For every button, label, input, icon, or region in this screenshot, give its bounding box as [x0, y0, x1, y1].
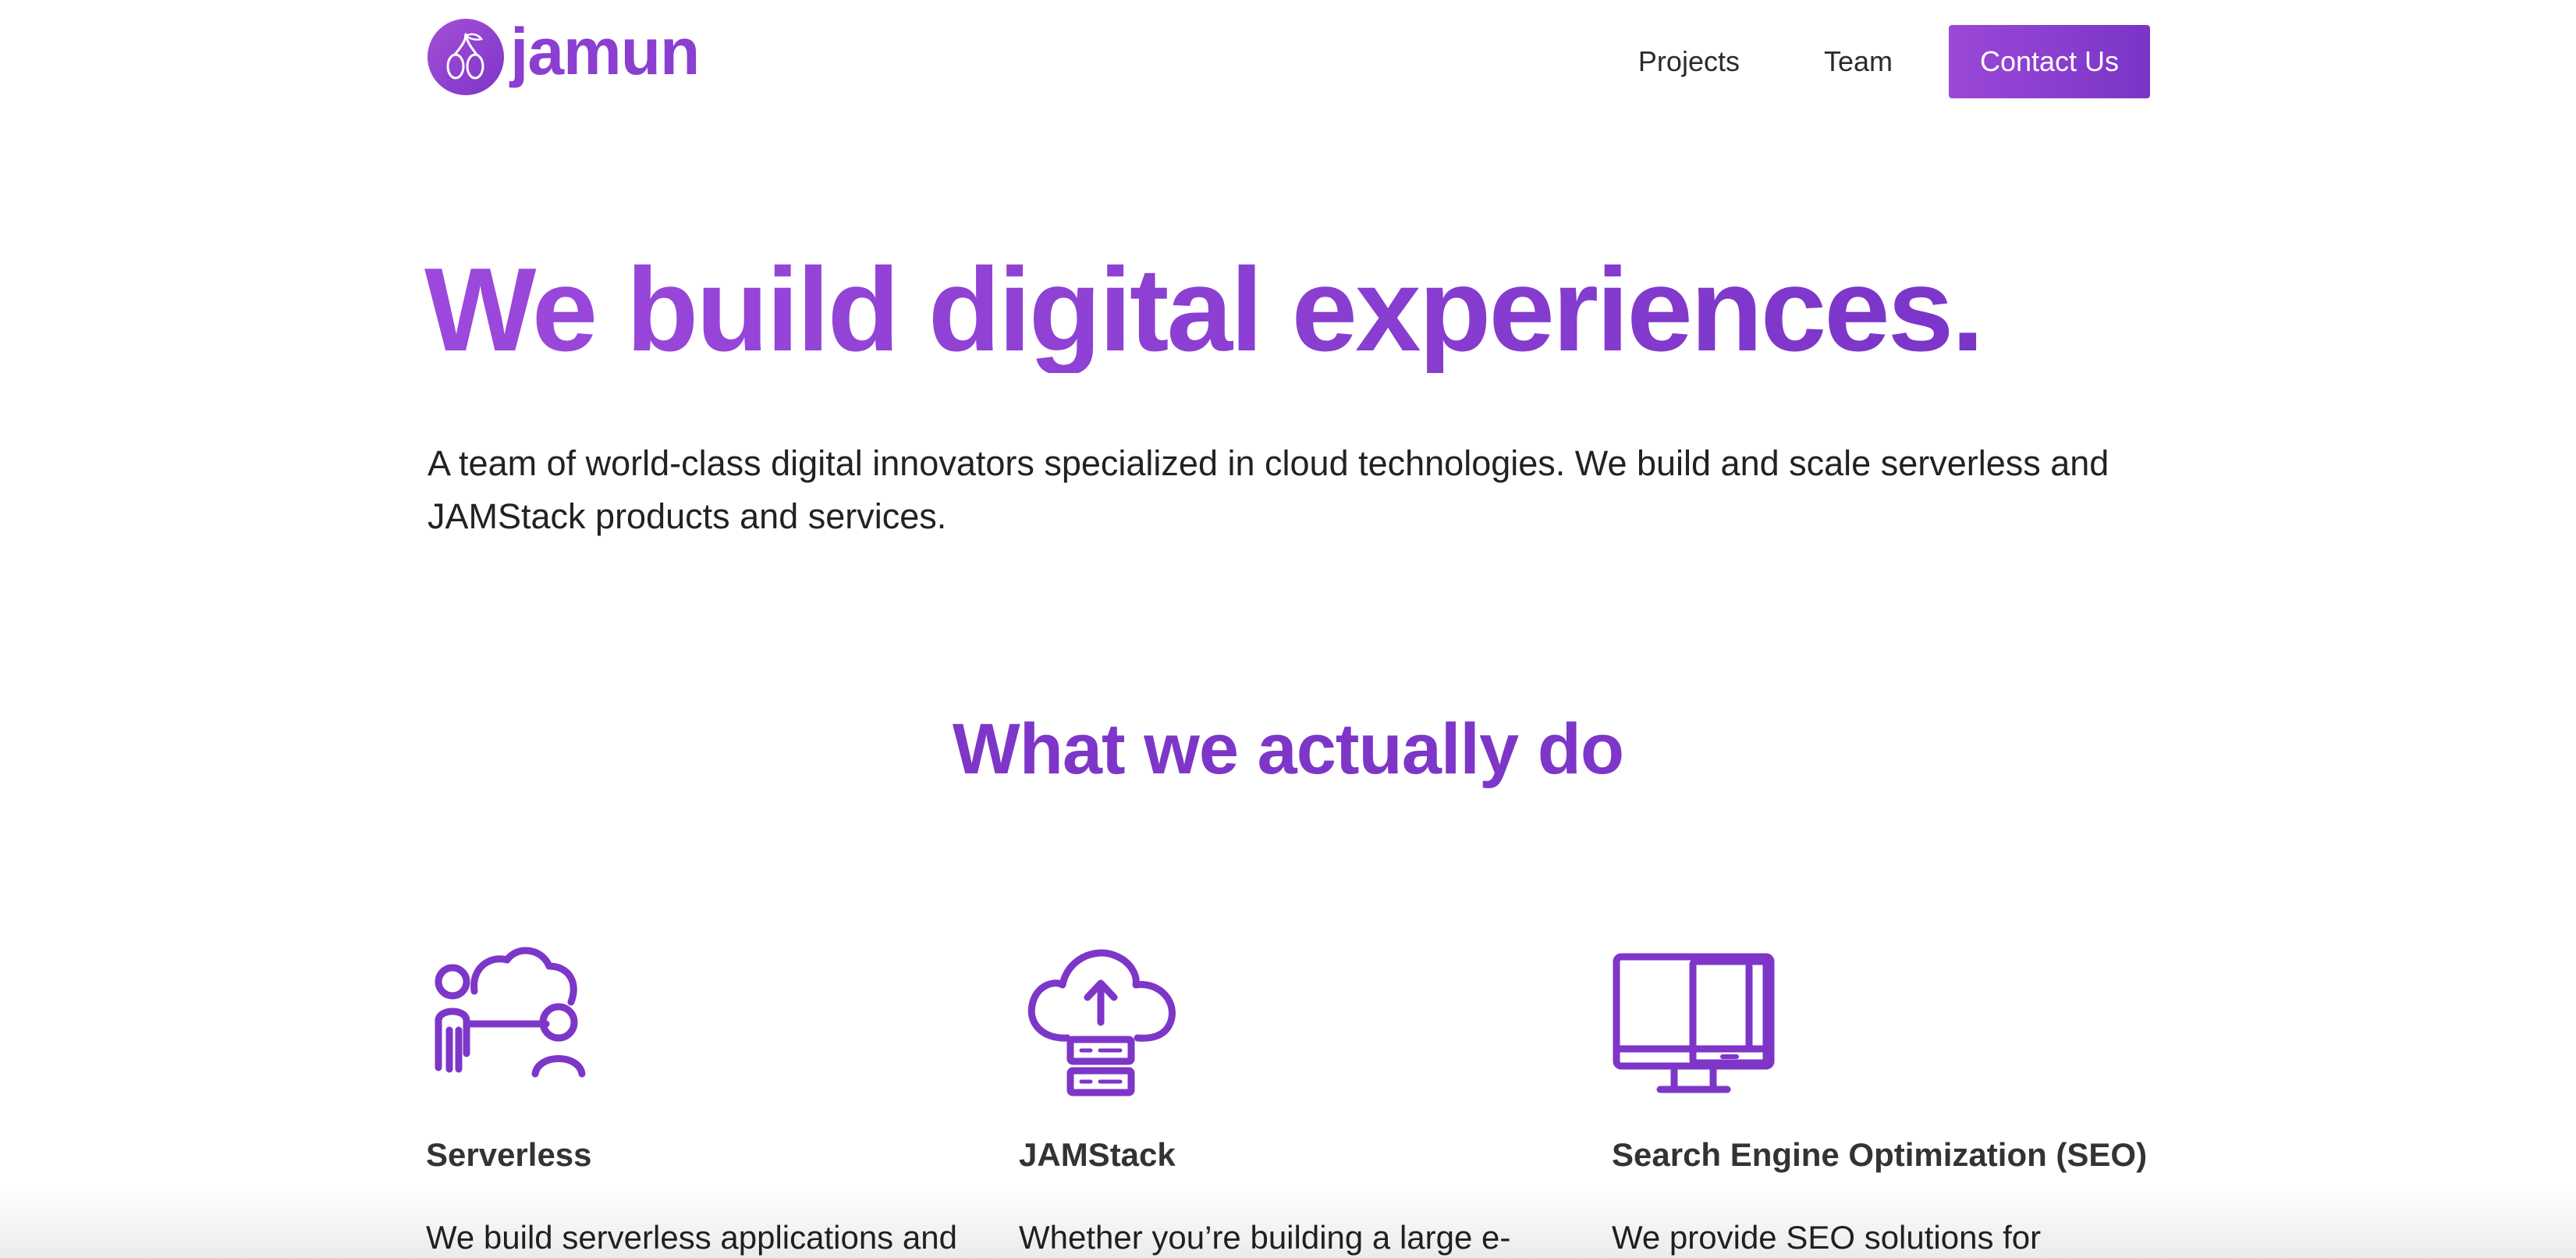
service-desc: We build serverless applications and	[426, 1219, 957, 1256]
service-name: JAMStack	[1019, 1136, 1176, 1173]
cloud-people-icon	[435, 947, 586, 1078]
logo-wordmark: jamun	[510, 15, 700, 88]
service-serverless: Serverless We build serverless applicati…	[426, 936, 972, 1258]
nav-projects[interactable]: Projects	[1638, 45, 1740, 78]
cloud-upload-server-icon	[1027, 949, 1176, 1096]
logo-link[interactable]: jamun	[428, 15, 700, 95]
page: jamun Projects Team Contact Us We build …	[0, 0, 2576, 1258]
nav-team[interactable]: Team	[1824, 45, 1893, 78]
service-desc: Whether you’re building a large e-	[1019, 1219, 1511, 1256]
service-jamstack: JAMStack Whether you’re building a large…	[1019, 936, 1565, 1258]
main-nav: Projects Team Contact Us	[1638, 25, 2150, 98]
hero-title: We build digital experiences.	[424, 243, 1985, 376]
service-name: Serverless	[426, 1136, 592, 1173]
monitor-devices-icon	[1613, 953, 1775, 1093]
contact-us-button[interactable]: Contact Us	[1949, 25, 2150, 98]
section-title: What we actually do	[952, 709, 1624, 789]
hero-subtitle: A team of world-class digital innovators…	[428, 443, 2109, 536]
service-desc: We provide SEO solutions for	[1612, 1219, 2042, 1256]
jamun-berry-icon	[428, 19, 504, 95]
service-name: Search Engine Optimization (SEO)	[1612, 1136, 2148, 1173]
service-seo: Search Engine Optimization (SEO) We prov…	[1612, 936, 2173, 1258]
